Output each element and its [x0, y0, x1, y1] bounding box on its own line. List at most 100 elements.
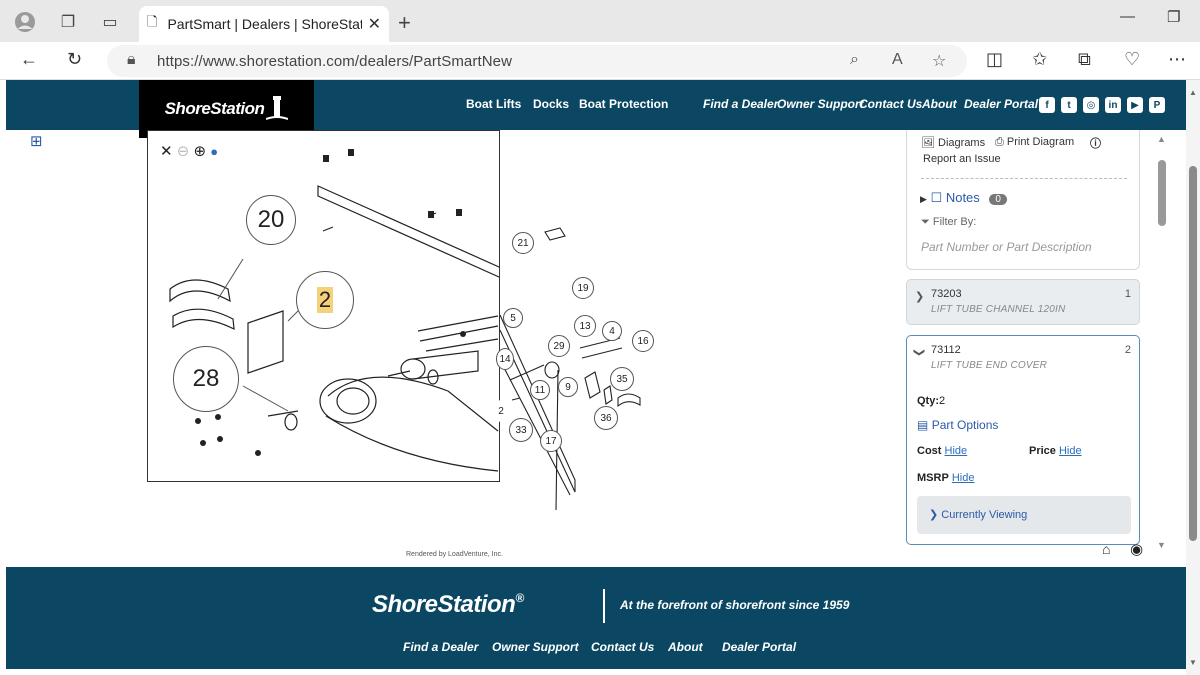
youtube-icon[interactable]: ▶: [1127, 97, 1143, 113]
zoom-icon[interactable]: ⌕: [850, 51, 859, 69]
close-tab-icon[interactable]: ✕: [368, 14, 381, 34]
panel-scrollbar[interactable]: ▲ ▼: [1156, 132, 1168, 552]
part-options-link[interactable]: ▤ Part Options: [917, 418, 998, 432]
callout-9[interactable]: 9: [558, 377, 578, 397]
browser-tab-active[interactable]: 🗋 PartSmart | Dealers | ShoreStation ✕: [139, 6, 389, 42]
browser-essentials-icon[interactable]: ♡: [1124, 49, 1140, 70]
nav-boat-protection[interactable]: Boat Protection: [579, 97, 668, 111]
callout-35[interactable]: 35: [610, 367, 634, 391]
profile-icon[interactable]: [12, 9, 38, 35]
exploded-diagram-continued: [499, 227, 641, 511]
twitter-icon[interactable]: t: [1061, 97, 1077, 113]
msrp-row: MSRP Hide: [917, 472, 975, 484]
scroll-thumb[interactable]: [1158, 160, 1166, 226]
read-aloud-icon[interactable]: A: [892, 51, 903, 69]
page-scroll-thumb[interactable]: [1189, 166, 1197, 541]
price-hide-link[interactable]: Hide: [1059, 445, 1082, 457]
report-issue-link[interactable]: Report an Issue: [923, 153, 1001, 165]
nav-contact-us[interactable]: Contact Us: [859, 97, 922, 111]
instagram-icon[interactable]: ◎: [1083, 97, 1099, 113]
footer-owner-support[interactable]: Owner Support: [492, 640, 579, 654]
page-scroll-up-icon[interactable]: ▲: [1189, 88, 1197, 97]
callout-28[interactable]: 28: [173, 346, 239, 412]
nav-about[interactable]: About: [922, 97, 957, 111]
callout-29[interactable]: 29: [548, 335, 570, 357]
footer-contact-us[interactable]: Contact Us: [591, 640, 654, 654]
panel-tools: 🖼︎ Diagrams ⎙ Print Diagram ⓘ Report an …: [906, 130, 1140, 270]
url-text: https://www.shorestation.com/dealers/Par…: [157, 53, 513, 70]
account-icon[interactable]: ◉: [1130, 540, 1143, 558]
tab-actions-icon[interactable]: ▭: [97, 9, 123, 35]
page-scroll-down-icon[interactable]: ▼: [1189, 658, 1197, 667]
linkedin-icon[interactable]: in: [1105, 97, 1121, 113]
nav-docks[interactable]: Docks: [533, 97, 569, 111]
part-number: 73203: [931, 288, 962, 300]
diagrams-link[interactable]: 🖼︎ Diagrams: [921, 136, 985, 149]
facebook-icon[interactable]: f: [1039, 97, 1055, 113]
home-icon[interactable]: ⌂: [1102, 541, 1110, 557]
callout-13[interactable]: 13: [574, 315, 596, 337]
print-diagram-link[interactable]: ⎙ Print Diagram: [995, 136, 1074, 149]
minimize-icon[interactable]: —: [1120, 8, 1135, 25]
workspaces-icon[interactable]: ❐: [55, 9, 81, 35]
currently-viewing-toggle[interactable]: ❯ Currently Viewing: [917, 496, 1131, 534]
select-area-icon[interactable]: ⊞: [30, 132, 43, 150]
scroll-up-arrow-icon[interactable]: ▲: [1157, 134, 1166, 144]
callout-20[interactable]: 20: [246, 195, 296, 245]
collections-icon[interactable]: ⧉: [1078, 49, 1091, 70]
nav-dealer-portal[interactable]: Dealer Portal: [964, 97, 1038, 111]
zoom-in-icon[interactable]: ⊕: [194, 143, 207, 160]
part-card-73203[interactable]: ❯ 73203 LIFT TUBE CHANNEL 120IN 1: [906, 279, 1140, 325]
scroll-down-arrow-icon[interactable]: ▼: [1157, 540, 1166, 550]
back-icon[interactable]: ←: [20, 49, 38, 70]
footer-about[interactable]: About: [668, 640, 703, 654]
lock-icon[interactable]: 🔒︎: [127, 51, 136, 69]
callout-33[interactable]: 33: [509, 418, 533, 442]
restore-icon[interactable]: ❐: [1167, 8, 1180, 26]
split-screen-icon[interactable]: ◫: [986, 49, 1003, 70]
callout-5[interactable]: 5: [503, 308, 523, 328]
callout-2-text: 2: [316, 287, 334, 313]
part-card-73112[interactable]: ❯ 73112 LIFT TUBE END COVER 2 Qty:2 ▤ Pa…: [906, 335, 1140, 545]
page-scrollbar[interactable]: ▲ ▼: [1186, 80, 1200, 675]
callout-16[interactable]: 16: [632, 330, 654, 352]
footer-logo[interactable]: ShoreStation®: [372, 591, 524, 619]
callout-21[interactable]: 21: [512, 232, 534, 254]
notes-toggle[interactable]: ▶ ☐ Notes 0: [920, 190, 1007, 206]
diagram-viewer[interactable]: 20 2 28: [147, 130, 500, 482]
part-number: 73112: [931, 344, 961, 356]
favorites-icon[interactable]: ✩: [1032, 49, 1047, 70]
reset-zoom-icon[interactable]: ✕: [160, 143, 173, 160]
callout-2-highlighted[interactable]: 2: [296, 271, 354, 329]
favorite-star-icon[interactable]: ☆: [932, 51, 946, 71]
more-menu-icon[interactable]: ⋯: [1168, 49, 1186, 70]
new-tab-button[interactable]: +: [398, 10, 411, 36]
nav-boat-lifts[interactable]: Boat Lifts: [466, 97, 521, 111]
callout-2-partial[interactable]: 2: [494, 400, 508, 422]
reload-icon[interactable]: ↻: [67, 49, 82, 70]
rendered-by-credit: Rendered by LoadVenture, Inc.: [406, 551, 503, 558]
cost-hide-link[interactable]: Hide: [945, 445, 968, 457]
chevron-right-icon: ❯: [929, 509, 939, 521]
msrp-hide-link[interactable]: Hide: [952, 472, 975, 484]
filter-input[interactable]: Part Number or Part Description: [921, 240, 1092, 254]
callout-14[interactable]: 14: [496, 348, 514, 370]
url-field[interactable]: 🔒︎ https://www.shorestation.com/dealers/…: [107, 45, 967, 77]
callout-11[interactable]: 11: [530, 380, 550, 400]
footer-find-a-dealer[interactable]: Find a Dealer: [403, 640, 478, 654]
page-icon: 🗋: [147, 14, 158, 29]
footer-dealer-portal[interactable]: Dealer Portal: [722, 640, 796, 654]
zoom-out-icon[interactable]: ⊖: [177, 143, 190, 160]
callout-36[interactable]: 36: [594, 406, 618, 430]
browser-tab-bar: ❐ ▭ 🗋 PartSmart | Dealers | ShoreStation…: [0, 0, 1200, 42]
nav-owner-support[interactable]: Owner Support: [777, 97, 864, 111]
callout-17[interactable]: 17: [540, 430, 562, 452]
callout-4[interactable]: 4: [602, 321, 622, 341]
chevron-down-icon: ❯: [913, 347, 926, 358]
nav-find-a-dealer[interactable]: Find a Dealer: [703, 97, 778, 111]
info-icon[interactable]: ⓘ: [1090, 135, 1101, 151]
logo-text: ShoreStation: [164, 99, 265, 118]
callout-19[interactable]: 19: [572, 277, 594, 299]
pinterest-icon[interactable]: P: [1149, 97, 1165, 113]
pin-icon[interactable]: ●: [210, 144, 218, 159]
